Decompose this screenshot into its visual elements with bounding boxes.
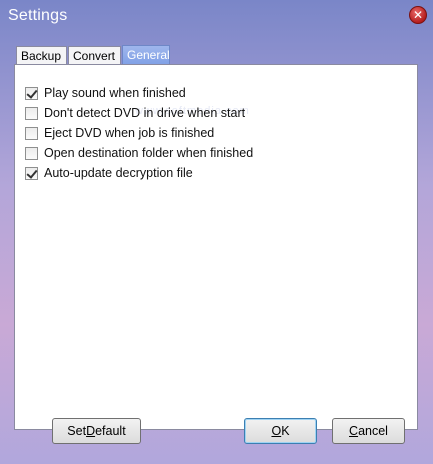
tab-backup[interactable]: Backup xyxy=(16,46,67,65)
option-label: Auto-update decryption file xyxy=(44,166,193,180)
option-eject-dvd[interactable]: Eject DVD when job is finished xyxy=(25,123,253,143)
options-list: Play sound when finished Don't detect DV… xyxy=(25,83,253,183)
button-mnemonic: C xyxy=(349,424,359,438)
button-mnemonic: D xyxy=(86,424,96,438)
button-label: ancel xyxy=(358,424,388,438)
tab-label: Backup xyxy=(21,49,62,63)
window-title: Settings xyxy=(8,7,68,24)
set-default-button[interactable]: Set Default xyxy=(52,418,141,444)
title-bar: Settings ✕ xyxy=(0,0,433,34)
option-open-destination[interactable]: Open destination folder when finished xyxy=(25,143,253,163)
checkbox-auto-update[interactable] xyxy=(25,166,38,180)
checkbox-open-destination[interactable] xyxy=(25,146,38,160)
tab-label: General xyxy=(127,48,170,62)
option-label: Play sound when finished xyxy=(44,86,186,100)
tab-convert[interactable]: Convert xyxy=(68,46,121,65)
close-icon: ✕ xyxy=(412,8,424,22)
option-label: Eject DVD when job is finished xyxy=(44,126,215,140)
option-dont-detect-dvd[interactable]: Don't detect DVD in drive when start xyxy=(25,103,253,123)
general-panel: www.softmedia.com Play sound when finish… xyxy=(14,64,418,430)
dialog-client: Backup Convert General www.softmedia.com… xyxy=(6,36,427,460)
cancel-button[interactable]: Cancel xyxy=(332,418,405,444)
button-mnemonic: O xyxy=(271,424,282,438)
option-play-sound[interactable]: Play sound when finished xyxy=(25,83,253,103)
checkbox-play-sound[interactable] xyxy=(25,86,38,100)
option-label: Open destination folder when finished xyxy=(44,146,254,160)
checkbox-dont-detect-dvd[interactable] xyxy=(25,106,38,120)
ok-button[interactable]: OK xyxy=(244,418,317,444)
tab-general[interactable]: General xyxy=(122,45,170,65)
button-label: Set xyxy=(67,424,87,438)
close-button[interactable]: ✕ xyxy=(409,6,427,24)
button-label: efault xyxy=(95,424,126,438)
option-auto-update[interactable]: Auto-update decryption file xyxy=(25,163,253,183)
tab-label: Convert xyxy=(73,49,116,63)
option-label: Don't detect DVD in drive when start xyxy=(44,106,246,120)
button-label: K xyxy=(281,424,290,438)
checkbox-eject-dvd[interactable] xyxy=(25,126,38,140)
